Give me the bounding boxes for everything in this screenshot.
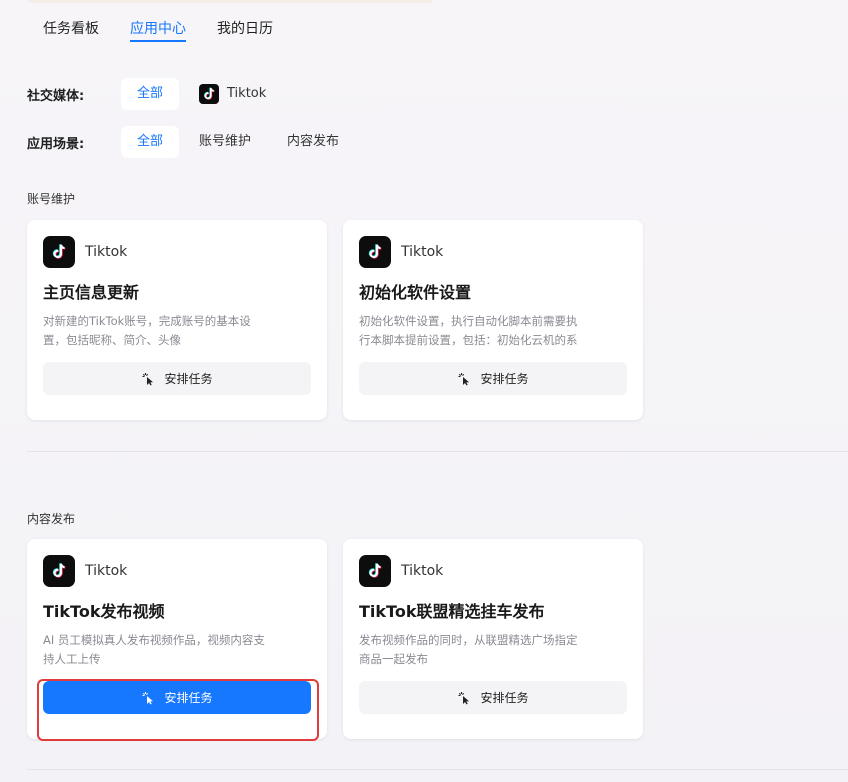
tiktok-icon bbox=[43, 236, 75, 268]
card-title: TikTok发布视频 bbox=[43, 602, 165, 621]
filter-scene: 应用场景: 全部 账号维护 内容发布 bbox=[27, 126, 355, 158]
card-profile-update: Tiktok 主页信息更新 对新建的TikTok账号，完成账号的基本设置，包括昵… bbox=[27, 220, 327, 420]
tab-task-board[interactable]: 任务看板 bbox=[43, 18, 99, 42]
tiktok-icon bbox=[43, 555, 75, 587]
schedule-task-button[interactable]: 安排任务 bbox=[43, 362, 311, 395]
filter-social-tiktok-label: Tiktok bbox=[227, 86, 267, 101]
filter-scene-all[interactable]: 全部 bbox=[121, 126, 180, 158]
card-description: 初始化软件设置，执行自动化脚本前需要执行本脚本提前设置，包括：初始化云机的系统.… bbox=[359, 314, 578, 347]
schedule-task-label: 安排任务 bbox=[480, 372, 529, 386]
tiktok-icon bbox=[359, 236, 391, 268]
schedule-task-button[interactable]: 安排任务 bbox=[43, 681, 311, 714]
card-tiktok-affiliate-publish: Tiktok TikTok联盟精选挂车发布 发布视频作品的同时，从联盟精选广场指… bbox=[343, 539, 643, 739]
filter-social-tiktok[interactable]: Tiktok bbox=[199, 78, 266, 110]
schedule-task-button[interactable]: 安排任务 bbox=[359, 681, 627, 714]
filter-scene-content[interactable]: 内容发布 bbox=[287, 126, 339, 158]
card-description: 发布视频作品的同时，从联盟精选广场指定商品一起发布 bbox=[359, 633, 578, 666]
card-platform: Tiktok bbox=[401, 563, 444, 579]
card-description: 对新建的TikTok账号，完成账号的基本设置，包括昵称、简介、头像 bbox=[43, 314, 251, 347]
schedule-task-label: 安排任务 bbox=[164, 372, 213, 386]
filter-scene-account[interactable]: 账号维护 bbox=[199, 126, 251, 158]
card-software-init: Tiktok 初始化软件设置 初始化软件设置，执行自动化脚本前需要执行本脚本提前… bbox=[343, 220, 643, 420]
card-title: TikTok联盟精选挂车发布 bbox=[359, 602, 545, 621]
click-icon bbox=[142, 691, 154, 704]
schedule-task-label: 安排任务 bbox=[164, 691, 213, 705]
schedule-task-label: 安排任务 bbox=[480, 691, 529, 705]
filter-social-media: 社交媒体: 全部 Tiktok bbox=[27, 78, 282, 110]
tiktok-icon bbox=[199, 84, 220, 104]
section-title-account: 账号维护 bbox=[27, 192, 76, 206]
filter-scene-label: 应用场景: bbox=[27, 136, 85, 152]
tab-my-calendar[interactable]: 我的日历 bbox=[217, 18, 273, 42]
card-platform: Tiktok bbox=[85, 244, 128, 260]
click-icon bbox=[458, 691, 470, 704]
section-divider bbox=[27, 451, 848, 452]
card-platform: Tiktok bbox=[401, 244, 444, 260]
click-icon bbox=[458, 372, 470, 385]
filter-social-label: 社交媒体: bbox=[27, 88, 85, 104]
schedule-task-button[interactable]: 安排任务 bbox=[359, 362, 627, 395]
card-platform: Tiktok bbox=[85, 563, 128, 579]
section-title-content: 内容发布 bbox=[27, 512, 76, 526]
tiktok-icon bbox=[359, 555, 391, 587]
top-tabs: 任务看板 应用中心 我的日历 bbox=[43, 18, 273, 42]
card-title: 初始化软件设置 bbox=[359, 283, 472, 302]
card-description: AI 员工模拟真人发布视频作品，视频内容支持人工上传 bbox=[43, 633, 265, 666]
top-banner-edge bbox=[28, 0, 433, 3]
card-tiktok-publish-video: Tiktok TikTok发布视频 AI 员工模拟真人发布视频作品，视频内容支持… bbox=[27, 539, 327, 739]
tab-app-center[interactable]: 应用中心 bbox=[130, 18, 186, 42]
card-title: 主页信息更新 bbox=[43, 283, 140, 302]
filter-social-all[interactable]: 全部 bbox=[121, 78, 180, 110]
section-divider bbox=[27, 769, 848, 770]
click-icon bbox=[142, 372, 154, 385]
